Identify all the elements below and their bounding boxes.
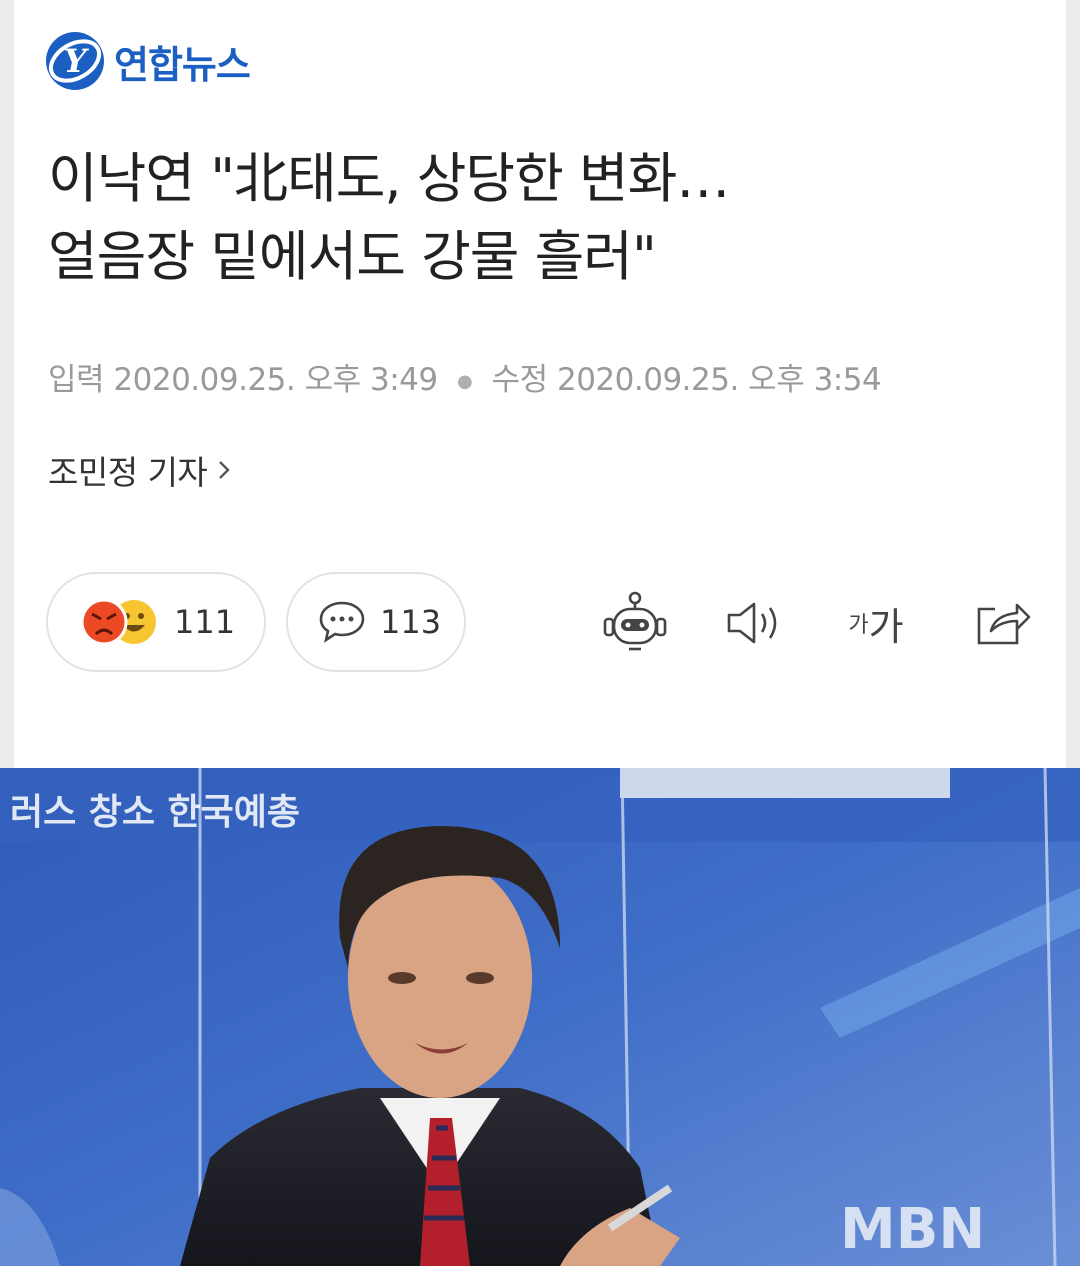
logo-letter: Y bbox=[64, 42, 90, 80]
comment-count: 113 bbox=[380, 603, 442, 641]
font-size-small-label: 가 bbox=[848, 613, 869, 638]
edit-time: 2020.09.25. 오후 3:54 bbox=[556, 362, 882, 398]
input-label: 입력 bbox=[48, 362, 105, 398]
share-icon bbox=[977, 603, 1031, 645]
reaction-emoji-icons bbox=[80, 598, 156, 646]
speaker-photo-illustration: 러스 창소 한국예총 MBN bbox=[0, 768, 1080, 1266]
article-timestamps: 입력 2020.09.25. 오후 3:49 ● 수정 2020.09.25. … bbox=[48, 354, 882, 399]
article-title-line-1: 이낙연 "北태도, 상당한 변화… bbox=[48, 147, 730, 210]
yonhap-logo-icon: Y bbox=[46, 32, 104, 90]
separator-dot: ● bbox=[456, 371, 473, 392]
font-size-large-label: 가 bbox=[868, 604, 904, 649]
brand-name: 연합뉴스 bbox=[114, 42, 251, 87]
speaker-icon bbox=[727, 602, 777, 644]
summary-bot-button[interactable] bbox=[600, 588, 670, 658]
right-edge bbox=[1066, 0, 1080, 768]
edit-label: 수정 bbox=[491, 362, 549, 398]
text-to-speech-button[interactable] bbox=[722, 588, 788, 658]
chevron-right-icon bbox=[219, 461, 230, 479]
brand-logo[interactable]: Y 연합뉴스 bbox=[44, 30, 251, 92]
article-title-line-2: 얼음장 밑에서도 강물 흘러" bbox=[48, 225, 657, 288]
article-photo: 러스 창소 한국예총 MBN bbox=[0, 768, 1080, 1266]
reporter-name: 조민정 기자 bbox=[48, 453, 208, 492]
speech-bubble-icon bbox=[319, 601, 365, 643]
input-time: 2020.09.25. 오후 3:49 bbox=[113, 362, 438, 398]
left-edge bbox=[0, 0, 14, 768]
reaction-button[interactable]: 111 bbox=[46, 572, 266, 672]
comment-button[interactable]: 113 bbox=[286, 572, 466, 672]
share-button[interactable] bbox=[970, 588, 1034, 658]
font-size-button[interactable]: 가 가 bbox=[838, 588, 914, 658]
backdrop-logo: MBN bbox=[840, 1197, 985, 1262]
reporter-link[interactable]: 조민정 기자 bbox=[48, 446, 233, 494]
backdrop-text: 러스 창소 한국예총 bbox=[10, 792, 300, 833]
reaction-count: 111 bbox=[174, 603, 236, 641]
robot-summary-icon bbox=[603, 591, 667, 651]
article-title: 이낙연 "北태도, 상당한 변화… 얼음장 밑에서도 강물 흘러" bbox=[48, 140, 1038, 296]
